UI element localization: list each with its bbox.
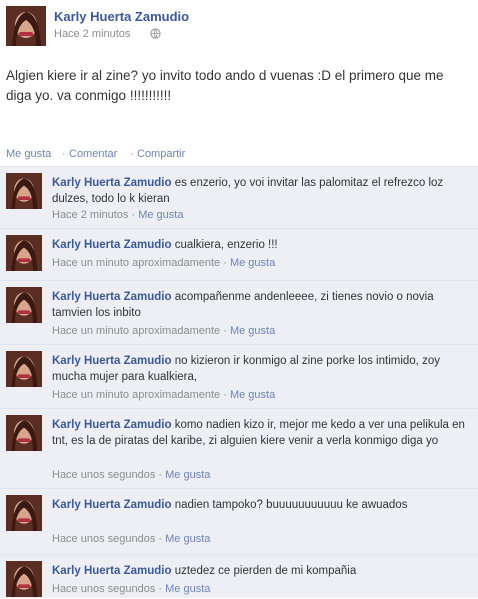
post-timestamp[interactable]: Hace 2 minutos <box>54 28 130 40</box>
avatar[interactable] <box>6 415 42 451</box>
comment-body: uztedez ce pierden de mi kompañia <box>174 565 357 577</box>
comment: Karly Huerta Zamudio es enzerio, yo voi … <box>0 166 478 227</box>
comment: Karly Huerta Zamudio no kizieron ir konm… <box>0 344 478 407</box>
comment-body: nadien tampoko? buuuuuuuuuuu ke awuados <box>174 499 408 511</box>
comment-meta: Hace un minuto aproximadamente · Me gust… <box>52 389 276 401</box>
comments-list: Karly Huerta Zamudio es enzerio, yo voi … <box>0 166 478 598</box>
comment-time[interactable]: Hace unos segundos <box>52 583 155 595</box>
comment-like-button[interactable]: Me gusta <box>165 533 210 545</box>
comment-text: Karly Huerta Zamudio nadien tampoko? buu… <box>52 497 472 513</box>
comment-like-button[interactable]: Me gusta <box>230 257 275 269</box>
comment-body: cualkiera, enzerio !!! <box>174 239 278 251</box>
comment-text: Karly Huerta Zamudio cualkiera, enzerio … <box>52 237 472 253</box>
comment-like-button[interactable]: Me gusta <box>165 469 210 481</box>
separator: · <box>62 148 66 160</box>
comment-text: Karly Huerta Zamudio komo nadien kizo ir… <box>52 417 472 449</box>
comment-like-button[interactable]: Me gusta <box>230 389 275 401</box>
comment-meta: Hace un minuto aproximadamente · Me gust… <box>52 257 276 269</box>
comment-meta: Hace unos segundos · Me gusta <box>52 583 211 595</box>
comment-author[interactable]: Karly Huerta Zamudio <box>52 291 172 303</box>
comment-time[interactable]: Hace un minuto aproximadamente <box>52 325 220 337</box>
avatar[interactable] <box>6 561 42 597</box>
comment: Karly Huerta Zamudio nadien tampoko? buu… <box>0 488 478 553</box>
comment-time[interactable]: Hace un minuto aproximadamente <box>52 389 220 401</box>
comment-author[interactable]: Karly Huerta Zamudio <box>52 355 172 367</box>
comment-text: Karly Huerta Zamudio acompañenme andenle… <box>52 289 472 321</box>
comment-meta: Hace unos segundos · Me gusta <box>52 469 211 481</box>
comment-like-button[interactable]: Me gusta <box>165 583 210 595</box>
avatar[interactable] <box>6 287 42 323</box>
comment-time[interactable]: Hace unos segundos <box>52 469 155 481</box>
like-button[interactable]: Me gusta <box>6 148 51 160</box>
comment-author[interactable]: Karly Huerta Zamudio <box>52 499 172 511</box>
comment-author[interactable]: Karly Huerta Zamudio <box>52 565 172 577</box>
comment-time[interactable]: Hace un minuto aproximadamente <box>52 257 220 269</box>
comment: Karly Huerta Zamudio komo nadien kizo ir… <box>0 408 478 487</box>
comment-button[interactable]: Comentar <box>69 148 117 160</box>
comment-meta: Hace unos segundos · Me gusta <box>52 533 211 545</box>
comment-text: Karly Huerta Zamudio es enzerio, yo voi … <box>52 175 472 207</box>
comment: Karly Huerta Zamudio acompañenme andenle… <box>0 280 478 343</box>
globe-icon <box>150 28 161 39</box>
comment-time[interactable]: Hace unos segundos <box>52 533 155 545</box>
comment-meta: Hace 2 minutos · Me gusta <box>52 209 184 221</box>
avatar[interactable] <box>6 6 46 46</box>
comment-like-button[interactable]: Me gusta <box>230 325 275 337</box>
avatar[interactable] <box>6 173 42 209</box>
avatar[interactable] <box>6 495 42 531</box>
post-header: Karly Huerta Zamudio Hace 2 minutos <box>0 0 478 56</box>
avatar[interactable] <box>6 351 42 387</box>
comment-text: Karly Huerta Zamudio no kizieron ir konm… <box>52 353 472 385</box>
share-button[interactable]: Compartir <box>137 148 185 160</box>
avatar[interactable] <box>6 235 42 271</box>
comment: Karly Huerta Zamudio cualkiera, enzerio … <box>0 228 478 279</box>
comment-author[interactable]: Karly Huerta Zamudio <box>52 419 172 431</box>
comment-meta: Hace un minuto aproximadamente · Me gust… <box>52 325 276 337</box>
comment-author[interactable]: Karly Huerta Zamudio <box>52 177 172 189</box>
comment-time[interactable]: Hace 2 minutos <box>52 209 128 221</box>
post-text: Algien kiere ir al zine? yo invito todo … <box>6 68 444 103</box>
separator: · <box>130 148 134 160</box>
comment-author[interactable]: Karly Huerta Zamudio <box>52 239 172 251</box>
post-actions-bar: Me gusta · Comentar · Compartir <box>0 142 478 164</box>
comment: Karly Huerta Zamudio uztedez ce pierden … <box>0 554 478 599</box>
post-author-name[interactable]: Karly Huerta Zamudio <box>54 9 189 24</box>
comment-like-button[interactable]: Me gusta <box>138 209 183 221</box>
comment-text: Karly Huerta Zamudio uztedez ce pierden … <box>52 563 472 579</box>
